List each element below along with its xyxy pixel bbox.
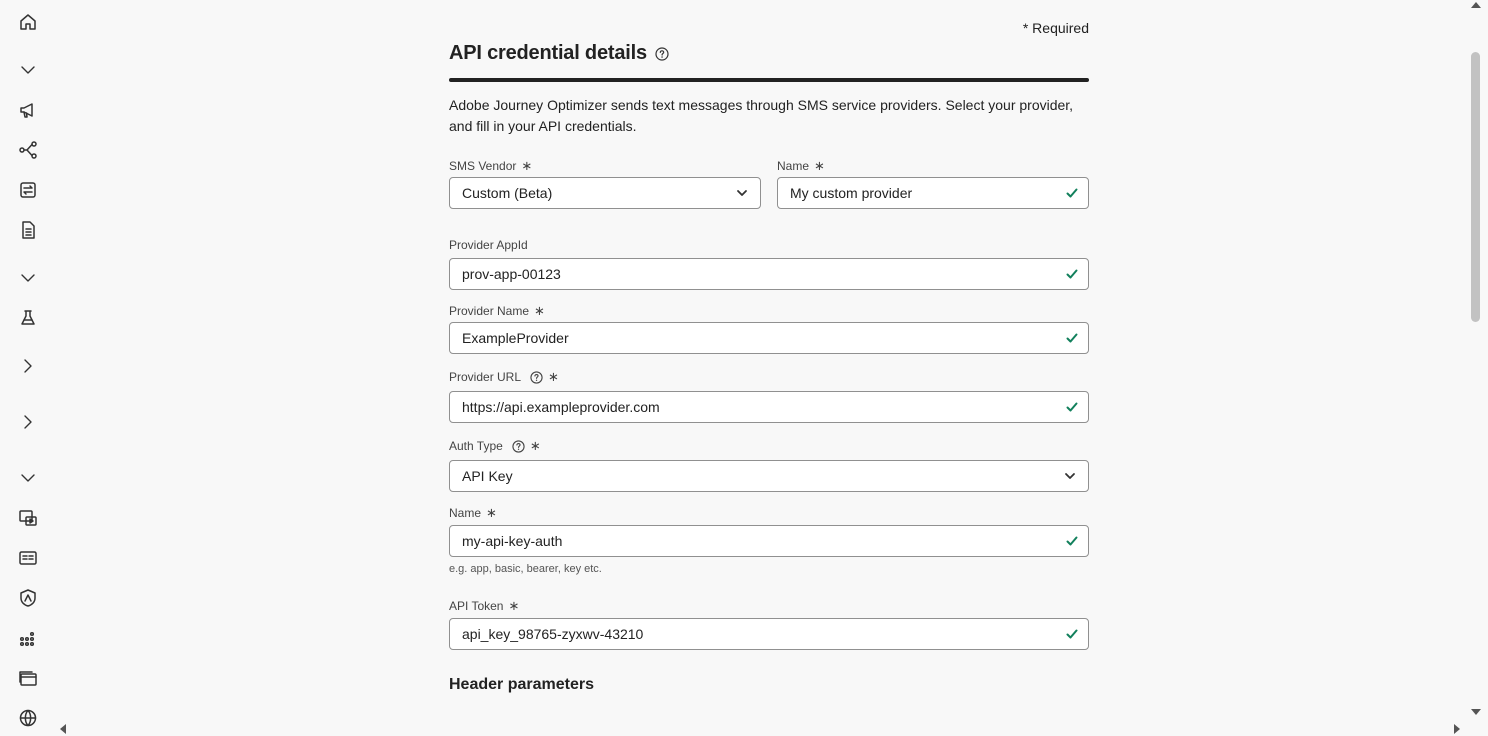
name-label: Name ∗ [777, 158, 825, 174]
required-asterisk: ∗ [508, 598, 520, 613]
auth-type-label: Auth Type ∗ [449, 438, 541, 454]
card-icon[interactable] [12, 542, 44, 574]
help-icon[interactable] [512, 439, 525, 453]
media-icon[interactable] [12, 502, 44, 534]
sms-vendor-value: Custom (Beta) [462, 185, 553, 201]
chevron-down-icon[interactable] [12, 462, 44, 494]
chevron-right-icon[interactable] [12, 350, 44, 382]
provider-name-value: ExampleProvider [462, 330, 569, 346]
page-title: API credential details [449, 42, 647, 64]
auth-name-label: Name ∗ [449, 505, 497, 521]
auth-name-value: my-api-key-auth [462, 533, 563, 549]
api-token-field[interactable]: api_key_98765-zyxwv-43210 [449, 618, 1089, 650]
chevron-down-icon[interactable] [12, 262, 44, 294]
required-note: * Required [1022, 20, 1089, 36]
auth-type-label-text: Auth Type [449, 439, 503, 453]
provider-appid-label: Provider AppId [449, 238, 528, 252]
provider-appid-field[interactable]: prov-app-00123 [449, 258, 1089, 290]
megaphone-icon[interactable] [12, 94, 44, 126]
required-asterisk: ∗ [814, 158, 825, 173]
horizontal-scrollbar[interactable] [56, 720, 1464, 736]
provider-name-label: Provider Name ∗ [449, 303, 545, 319]
name-label-text: Name [777, 159, 810, 173]
flask-icon[interactable] [12, 302, 44, 334]
required-asterisk: ∗ [548, 369, 559, 384]
intro-text: Adobe Journey Optimizer sends text messa… [449, 97, 1074, 134]
provider-url-field[interactable]: https://api.exampleprovider.com [449, 391, 1089, 423]
vertical-scrollbar[interactable] [1464, 0, 1488, 720]
checkmark-icon [1056, 332, 1088, 344]
help-icon[interactable] [530, 370, 543, 384]
home-icon[interactable] [12, 6, 44, 38]
scroll-up-arrow-icon[interactable] [1471, 2, 1481, 8]
auth-name-label-text: Name [449, 506, 482, 520]
apps-icon[interactable] [12, 622, 44, 654]
content-exchange-icon[interactable] [12, 174, 44, 206]
required-asterisk: ∗ [486, 505, 497, 520]
scroll-left-arrow-icon[interactable] [60, 724, 66, 734]
provider-url-value: https://api.exampleprovider.com [462, 399, 660, 415]
shield-icon[interactable] [12, 582, 44, 614]
globe-icon[interactable] [12, 702, 44, 734]
section-divider [449, 78, 1089, 82]
checkmark-icon [1056, 535, 1088, 547]
auth-type-select[interactable]: API Key [449, 460, 1089, 492]
required-asterisk: ∗ [521, 158, 533, 173]
auth-name-hint: e.g. app, basic, bearer, key etc. [449, 563, 602, 575]
chevron-right-icon[interactable] [12, 406, 44, 438]
sms-vendor-label: SMS Vendor ∗ [449, 158, 532, 174]
page-title-row: API credential details [449, 42, 669, 65]
auth-type-value: API Key [462, 468, 513, 484]
scroll-down-arrow-icon[interactable] [1471, 709, 1481, 715]
folders-icon[interactable] [12, 662, 44, 694]
provider-name-field[interactable]: ExampleProvider [449, 322, 1089, 354]
header-parameters-heading: Header parameters [449, 676, 594, 693]
chevron-down-icon [1052, 470, 1088, 482]
required-asterisk: ∗ [534, 303, 545, 318]
checkmark-icon [1056, 187, 1088, 199]
left-nav-rail [0, 0, 56, 736]
checkmark-icon [1056, 628, 1088, 640]
api-token-label: API Token ∗ [449, 598, 519, 614]
journey-icon[interactable] [12, 134, 44, 166]
provider-url-label: Provider URL ∗ [449, 369, 559, 385]
checkmark-icon [1056, 268, 1088, 280]
provider-appid-label-text: Provider AppId [449, 238, 528, 252]
api-token-value: api_key_98765-zyxwv-43210 [462, 626, 644, 642]
scroll-right-arrow-icon[interactable] [1454, 724, 1460, 734]
api-token-label-text: API Token [449, 599, 504, 613]
required-asterisk: ∗ [529, 438, 541, 453]
name-field[interactable]: My custom provider [777, 177, 1089, 209]
sms-vendor-select[interactable]: Custom (Beta) [449, 177, 761, 209]
scrollbar-thumb[interactable] [1471, 52, 1480, 322]
chevron-down-icon [724, 187, 760, 199]
provider-appid-value: prov-app-00123 [462, 266, 561, 282]
name-value: My custom provider [790, 185, 913, 201]
chevron-down-icon[interactable] [12, 54, 44, 86]
provider-url-label-text: Provider URL [449, 370, 522, 384]
auth-name-field[interactable]: my-api-key-auth [449, 525, 1089, 557]
help-icon[interactable] [655, 46, 669, 61]
provider-name-label-text: Provider Name [449, 304, 530, 318]
checkmark-icon [1056, 401, 1088, 413]
sms-vendor-label-text: SMS Vendor [449, 159, 517, 173]
document-icon[interactable] [12, 214, 44, 246]
